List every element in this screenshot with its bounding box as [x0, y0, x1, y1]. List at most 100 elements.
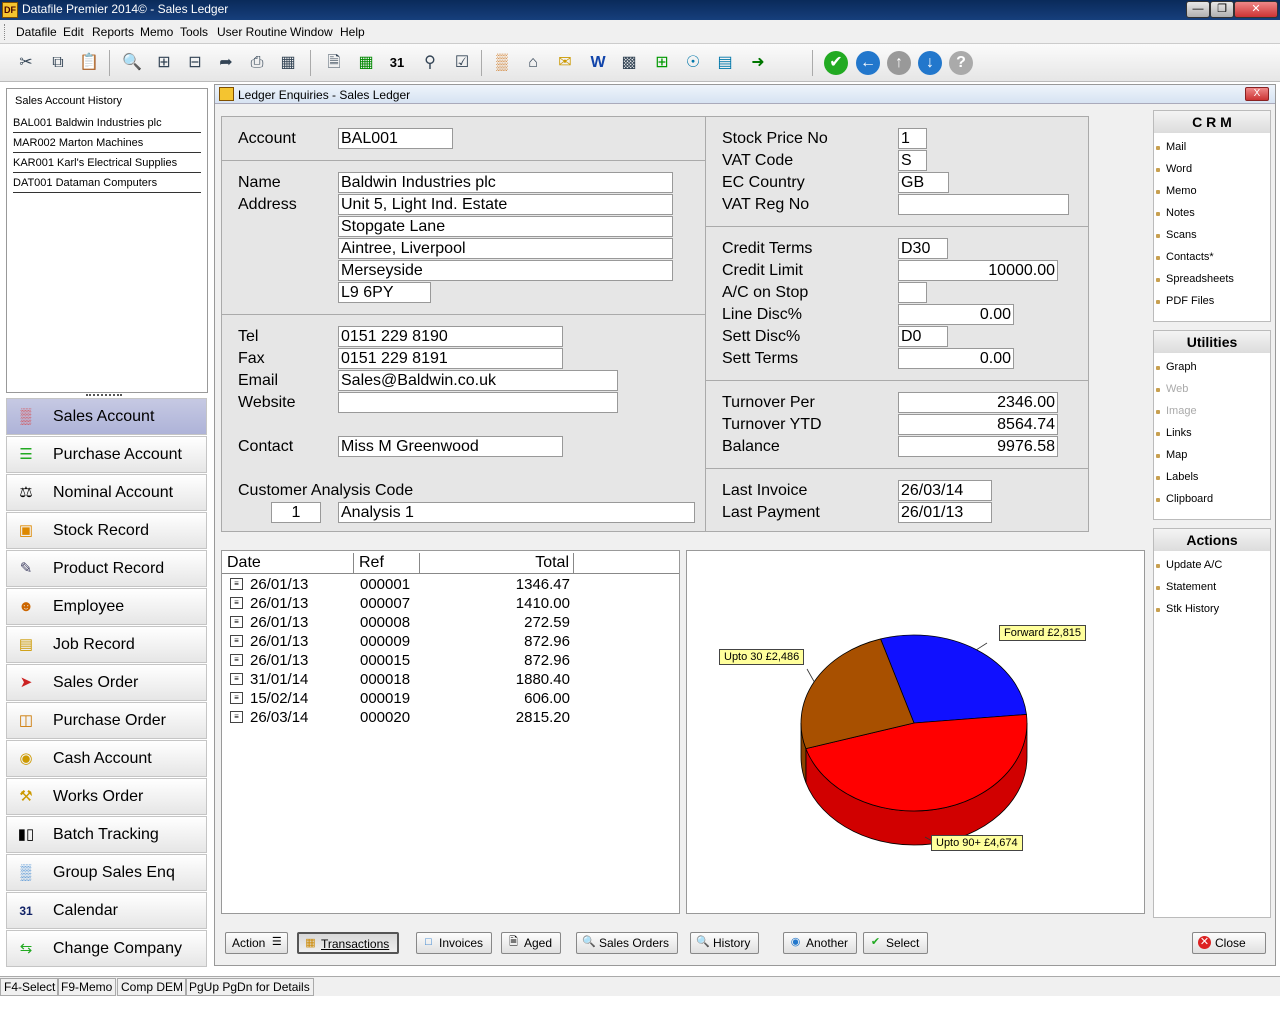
scan-icon[interactable]: ▩	[617, 51, 641, 75]
home-icon[interactable]: ⌂	[521, 51, 545, 75]
side-actions-item[interactable]: Update A/C	[1155, 559, 1222, 571]
last-payment-field[interactable]: 26/01/13	[898, 502, 992, 523]
sett-terms-field[interactable]: 0.00	[898, 348, 1014, 369]
fax-field[interactable]: 0151 229 8191	[338, 348, 563, 369]
table-row[interactable]: ≡ 26/01/13 000015 872.96	[222, 651, 679, 670]
address-line-3[interactable]: Aintree, Liverpool	[338, 238, 673, 259]
export-icon[interactable]: ➦	[214, 51, 238, 75]
credit-terms-field[interactable]: D30	[898, 238, 948, 259]
nav-purchase-order[interactable]: ◫ Purchase Order	[6, 702, 207, 739]
nav-nominal-account[interactable]: ⚖ Nominal Account	[6, 474, 207, 511]
website-field[interactable]	[338, 392, 618, 413]
invoices-button[interactable]: □ Invoices	[416, 932, 493, 954]
analysis-code-field[interactable]: 1	[271, 502, 321, 523]
name-field[interactable]: Baldwin Industries plc	[338, 172, 673, 193]
col-header-date[interactable]: Date	[222, 553, 354, 573]
vehicle-icon[interactable]: ▤	[713, 51, 737, 75]
menu-edit[interactable]: Edit	[63, 25, 84, 39]
menu-user-routine[interactable]: User Routine	[217, 25, 287, 39]
restore-button[interactable]: ❐	[1210, 1, 1234, 18]
window-close-button[interactable]: ✕	[1234, 1, 1278, 18]
sub-close-button[interactable]: X	[1245, 87, 1269, 101]
history-button[interactable]: 🔍 History	[690, 932, 760, 954]
sales-orders-button[interactable]: 🔍 Sales Orders	[576, 932, 679, 954]
nav-change-company[interactable]: ⇆ Change Company	[6, 930, 207, 967]
side-utilities-item[interactable]: Map	[1155, 449, 1187, 461]
side-actions-item[interactable]: Stk History	[1155, 603, 1219, 615]
nav-job-record[interactable]: ▤ Job Record	[6, 626, 207, 663]
table-row[interactable]: ≡ 31/01/14 000018 1880.40	[222, 670, 679, 689]
contact-field[interactable]: Miss M Greenwood	[338, 436, 563, 457]
report-icon[interactable]: ▦	[276, 51, 300, 75]
nav-calendar[interactable]: 31 Calendar	[6, 892, 207, 929]
help-icon[interactable]: ?	[949, 51, 973, 75]
calculator-icon[interactable]: ▦	[354, 51, 378, 75]
table-row[interactable]: ≡ 26/01/13 000009 872.96	[222, 632, 679, 651]
history-item[interactable]: BAL001 Baldwin Industries plc	[13, 115, 201, 133]
nav-employee[interactable]: ☻ Employee	[6, 588, 207, 625]
table-row[interactable]: ≡ 15/02/14 000019 606.00	[222, 689, 679, 708]
ec-country-field[interactable]: GB	[898, 172, 949, 193]
menu-reports[interactable]: Reports	[92, 25, 134, 39]
menu-window[interactable]: Window	[290, 25, 333, 39]
mail-icon[interactable]: ✉	[553, 51, 577, 75]
cut-icon[interactable]: ✂	[14, 51, 38, 75]
menu-datafile[interactable]: Datafile	[16, 25, 57, 39]
balance-field[interactable]: 9976.58	[898, 436, 1058, 457]
side-crm-item[interactable]: Scans	[1156, 229, 1197, 241]
nav-cash-account[interactable]: ◉ Cash Account	[6, 740, 207, 777]
copy-icon[interactable]: ⧉	[46, 51, 70, 75]
nav-works-order[interactable]: ⚒ Works Order	[6, 778, 207, 815]
nav-sales-order[interactable]: ➤ Sales Order	[6, 664, 207, 701]
history-item[interactable]: DAT001 Dataman Computers	[13, 175, 201, 193]
analysis-name-field[interactable]: Analysis 1	[338, 502, 695, 523]
table-row[interactable]: ≡ 26/01/13 000008 272.59	[222, 613, 679, 632]
postcode-field[interactable]: L9 6PY	[338, 282, 431, 303]
side-utilities-item[interactable]: Labels	[1155, 471, 1198, 483]
side-crm-item[interactable]: Word	[1155, 163, 1192, 175]
line-disc-field[interactable]: 0.00	[898, 304, 1014, 325]
col-header-ref[interactable]: Ref	[354, 553, 420, 573]
transactions-button[interactable]: ▦ Transactions	[297, 932, 400, 954]
table-row[interactable]: ≡ 26/03/14 000020 2815.20	[222, 708, 679, 727]
side-crm-item[interactable]: Spreadsheets	[1156, 273, 1234, 285]
address-line-1[interactable]: Unit 5, Light Ind. Estate	[338, 194, 673, 215]
ok-icon[interactable]: ✔	[824, 51, 848, 75]
close-button[interactable]: ✕ Close	[1192, 932, 1266, 954]
print-icon[interactable]: ⎙	[245, 51, 269, 75]
side-crm-item[interactable]: Notes	[1156, 207, 1195, 219]
side-utilities-item[interactable]: Web	[1155, 383, 1188, 395]
checklist-icon[interactable]: ☑	[450, 51, 474, 75]
back-icon[interactable]: ←	[856, 51, 880, 75]
minimize-button[interactable]: —	[1186, 1, 1210, 18]
history-item[interactable]: KAR001 Karl's Electrical Supplies	[13, 155, 201, 173]
select-button[interactable]: ✔ Select	[863, 932, 929, 954]
table-row[interactable]: ≡ 26/01/13 000001 1346.47	[222, 575, 679, 594]
action-menu-button[interactable]: Action ☰	[225, 932, 289, 954]
address-line-4[interactable]: Merseyside	[338, 260, 673, 281]
history-item[interactable]: MAR002 Marton Machines	[13, 135, 201, 153]
sett-disc-field[interactable]: D0	[898, 326, 948, 347]
side-crm-item[interactable]: Contacts*	[1156, 251, 1214, 263]
document-icon[interactable]: 🗎	[322, 51, 346, 75]
last-invoice-field[interactable]: 26/03/14	[898, 480, 992, 501]
another-button[interactable]: ◉ Another	[783, 932, 858, 954]
paste-icon[interactable]: 📋	[77, 51, 101, 75]
menu-memo[interactable]: Memo	[140, 25, 173, 39]
transactions-list[interactable]: Date Ref Total ≡ 26/01/13 000001 1346.47 ≡ 26…	[221, 550, 680, 914]
side-crm-item[interactable]: PDF Files	[1155, 295, 1214, 307]
credit-limit-field[interactable]: 10000.00	[898, 260, 1058, 281]
exit-icon[interactable]: ➜	[746, 51, 770, 75]
table-row[interactable]: ≡ 26/01/13 000007 1410.00	[222, 594, 679, 613]
magnifier-icon[interactable]: ⚲	[418, 51, 442, 75]
side-utilities-item[interactable]: Links	[1156, 427, 1192, 439]
nav-group-sales-enq[interactable]: ▒ Group Sales Enq	[6, 854, 207, 891]
side-utilities-item[interactable]: Clipboard	[1155, 493, 1213, 505]
turnover-per-field[interactable]: 2346.00	[898, 392, 1058, 413]
up-icon[interactable]: ↑	[887, 51, 911, 75]
add-record-icon[interactable]: ⊞	[152, 51, 176, 75]
menu-tools[interactable]: Tools	[180, 25, 208, 39]
menu-help[interactable]: Help	[340, 25, 365, 39]
web-icon[interactable]: ☉	[681, 51, 705, 75]
tel-field[interactable]: 0151 229 8190	[338, 326, 563, 347]
